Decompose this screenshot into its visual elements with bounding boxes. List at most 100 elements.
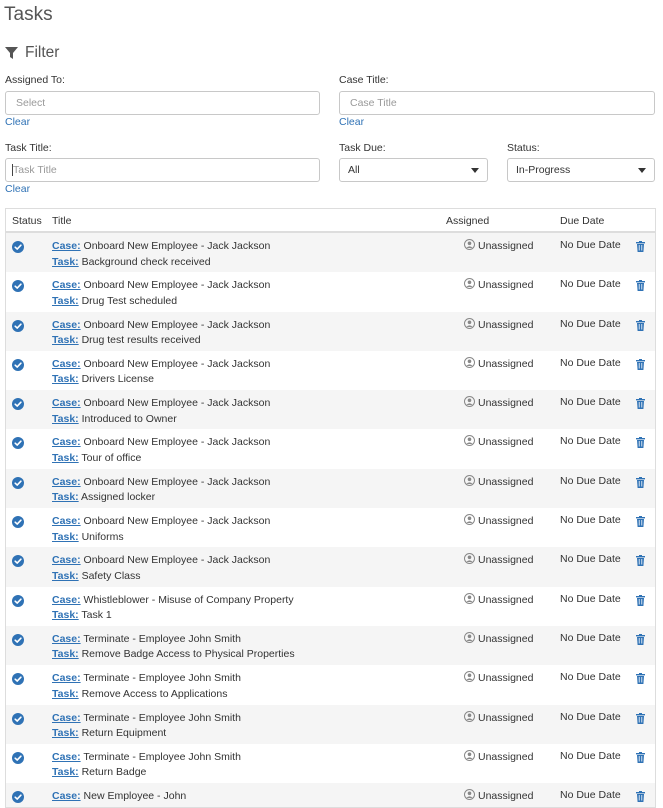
trash-icon[interactable] — [636, 280, 645, 294]
check-circle-icon[interactable] — [12, 751, 24, 764]
task-link[interactable]: Task: — [52, 295, 79, 307]
status-value: In-Progress — [516, 164, 571, 176]
check-circle-icon[interactable] — [12, 516, 24, 529]
assigned-to-clear-link[interactable]: Clear — [5, 116, 30, 128]
task-link[interactable]: Task: — [52, 491, 79, 503]
task-link[interactable]: Task: — [52, 531, 79, 543]
task-title-input[interactable] — [5, 158, 320, 182]
assigned-value: Unassigned — [478, 475, 534, 488]
case-link[interactable]: Case: — [52, 319, 81, 331]
check-circle-icon[interactable] — [12, 673, 24, 686]
filter-heading: Filter — [25, 44, 60, 61]
case-link[interactable]: Case: — [52, 358, 81, 370]
case-title-input[interactable] — [339, 91, 655, 115]
column-header-assigned[interactable]: Assigned — [446, 215, 489, 227]
task-link[interactable]: Task: — [52, 413, 79, 425]
assigned-to-select[interactable] — [5, 91, 320, 115]
due-date-value: No Due Date — [560, 317, 621, 330]
case-link[interactable]: Case: — [52, 436, 81, 448]
trash-icon[interactable] — [636, 594, 645, 609]
chevron-down-icon — [471, 167, 479, 173]
user-circle-icon — [464, 239, 475, 253]
trash-icon[interactable] — [636, 319, 645, 334]
column-header-title[interactable]: Title — [52, 215, 71, 227]
case-link[interactable]: Case: — [52, 397, 81, 409]
trash-icon[interactable] — [636, 791, 645, 805]
title-cell: Case: Terminate - Employee John Smith Ta… — [52, 711, 241, 742]
task-title: Remove Badge Access to Physical Properti… — [81, 648, 295, 661]
check-circle-icon[interactable] — [12, 476, 24, 489]
case-link[interactable]: Case: — [52, 240, 81, 252]
case-title: Onboard New Employee - Jack Jackson — [83, 397, 271, 410]
task-title: Return Equipment — [81, 727, 167, 740]
trash-icon[interactable] — [636, 673, 645, 687]
check-circle-icon[interactable] — [12, 633, 24, 646]
case-title: Onboard New Employee - Jack Jackson — [83, 279, 271, 292]
assigned-to-label: Assigned To: — [5, 74, 65, 86]
status-select[interactable]: In-Progress — [507, 158, 655, 182]
task-link[interactable]: Task: — [52, 609, 79, 621]
case-link[interactable]: Case: — [52, 712, 81, 724]
trash-icon[interactable] — [636, 476, 645, 491]
trash-icon[interactable] — [636, 712, 645, 727]
trash-icon[interactable] — [636, 751, 645, 766]
case-link[interactable]: Case: — [52, 515, 81, 527]
task-link[interactable]: Task: — [52, 570, 79, 582]
title-cell: Case: Onboard New Employee - Jack Jackso… — [52, 278, 270, 309]
check-circle-icon[interactable] — [12, 594, 24, 607]
check-circle-icon[interactable] — [12, 358, 24, 371]
case-link[interactable]: Case: — [52, 790, 81, 802]
trash-icon[interactable] — [636, 437, 645, 451]
table-row: Case: Onboard New Employee - Jack Jackso… — [6, 311, 655, 351]
task-title-clear-link[interactable]: Clear — [5, 183, 30, 195]
trash-icon[interactable] — [636, 358, 645, 373]
column-header-status[interactable]: Status — [12, 215, 42, 227]
case-link[interactable]: Case: — [52, 594, 81, 606]
user-circle-icon — [464, 396, 475, 410]
check-circle-icon[interactable] — [12, 791, 24, 804]
check-circle-icon[interactable] — [12, 555, 24, 568]
task-link[interactable]: Task: — [52, 334, 79, 346]
task-link[interactable]: Task: — [52, 648, 79, 660]
trash-icon[interactable] — [636, 516, 645, 530]
task-link[interactable]: Task: — [52, 688, 79, 700]
case-title-clear-link[interactable]: Clear — [339, 116, 364, 128]
assigned-value: Unassigned — [478, 397, 534, 410]
case-link[interactable]: Case: — [52, 672, 81, 684]
trash-icon[interactable] — [636, 241, 645, 255]
task-due-select[interactable]: All — [339, 158, 488, 182]
task-title: Introduced to Owner — [81, 412, 177, 425]
task-link[interactable]: Task: — [52, 373, 79, 385]
table-row: Case: Onboard New Employee - Jack Jackso… — [6, 272, 655, 311]
trash-icon[interactable] — [636, 398, 645, 412]
trash-icon[interactable] — [636, 555, 645, 569]
filter-funnel-icon — [5, 47, 18, 59]
case-link[interactable]: Case: — [52, 751, 81, 763]
check-circle-icon[interactable] — [12, 280, 24, 293]
title-cell: Case: Terminate - Employee John Smith Ta… — [52, 750, 241, 781]
case-link[interactable]: Case: — [52, 633, 81, 645]
trash-icon[interactable] — [636, 633, 645, 648]
case-link[interactable]: Case: — [52, 476, 81, 488]
case-title: Onboard New Employee - Jack Jackson — [83, 515, 271, 528]
case-title: Onboard New Employee - Jack Jackson — [83, 318, 271, 331]
task-title: Tour of office — [81, 451, 142, 464]
task-link[interactable]: Task: — [52, 727, 79, 739]
task-link[interactable]: Task: — [52, 452, 79, 464]
case-title: Terminate - Employee John Smith — [83, 750, 241, 763]
check-circle-icon[interactable] — [12, 437, 24, 450]
case-link[interactable]: Case: — [52, 554, 81, 566]
title-cell: Case: Onboard New Employee - Jack Jackso… — [52, 239, 270, 270]
title-cell: Case: Terminate - Employee John Smith Ta… — [52, 632, 295, 663]
check-circle-icon[interactable] — [12, 712, 24, 725]
column-header-due-date[interactable]: Due Date — [560, 215, 604, 227]
task-link[interactable]: Task: — [52, 256, 79, 268]
task-link[interactable]: Task: — [52, 766, 79, 778]
title-cell: Case: Onboard New Employee - Jack Jackso… — [52, 553, 270, 584]
task-title: Drivers License — [81, 373, 154, 386]
check-circle-icon[interactable] — [12, 319, 24, 332]
text-cursor — [12, 164, 13, 176]
check-circle-icon[interactable] — [12, 241, 24, 253]
case-link[interactable]: Case: — [52, 279, 81, 291]
check-circle-icon[interactable] — [12, 398, 24, 411]
